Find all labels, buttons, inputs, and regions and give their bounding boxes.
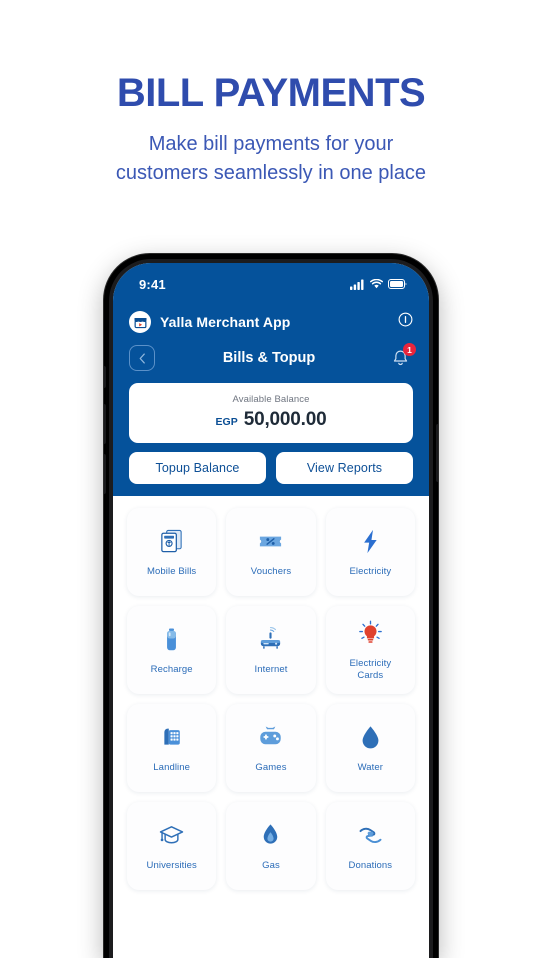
recharge-battery-icon — [158, 625, 185, 655]
brand-name: Yalla Merchant App — [160, 314, 291, 330]
page-title: BILL PAYMENTS — [116, 71, 426, 115]
service-label: Donations — [348, 859, 393, 871]
gas-flame-icon — [257, 821, 284, 851]
chevron-left-icon — [139, 352, 145, 364]
vouchers-icon — [257, 527, 284, 557]
phone-bezel: 9:41 Yalla Merchant App Bills & Topup 1 … — [109, 259, 433, 958]
landline-phone-icon — [158, 723, 185, 753]
donation-hands-icon — [357, 821, 384, 851]
service-tile-universities[interactable]: Universities — [127, 802, 217, 890]
balance-amount: 50,000.00 — [243, 409, 327, 430]
status-time: 9:41 — [139, 276, 166, 292]
balance-section: Available Balance EGP 50,000.00 Topup Ba… — [113, 377, 429, 496]
wifi-icon — [370, 279, 383, 289]
volume-down-button[interactable] — [104, 454, 106, 494]
signal-icon — [350, 279, 364, 290]
promo-header: BILL PAYMENTS Make bill payments for you… — [0, 0, 542, 188]
service-label: Internet — [254, 663, 288, 675]
water-drop-icon — [357, 723, 384, 753]
service-tile-internet[interactable]: Internet — [226, 606, 316, 694]
title-bar: Bills & Topup 1 — [129, 339, 416, 377]
lightbulb-icon — [357, 619, 384, 649]
service-label: Water — [357, 761, 384, 773]
notifications-button[interactable]: 1 — [387, 343, 416, 371]
balance-value-row: EGP 50,000.00 — [139, 409, 403, 431]
balance-label: Available Balance — [232, 394, 310, 405]
service-tile-vouchers[interactable]: Vouchers — [226, 508, 316, 596]
balance-currency: EGP — [215, 416, 238, 428]
service-tile-gas[interactable]: Gas — [226, 802, 316, 890]
service-label: Electricity Cards — [349, 657, 392, 681]
electricity-bolt-icon — [357, 527, 384, 557]
battery-icon — [388, 279, 407, 289]
phone-screen: 9:41 Yalla Merchant App Bills & Topup 1 … — [113, 263, 429, 958]
services-section: Mobile Bills Vouchers Electricity Rechar… — [113, 496, 429, 928]
promo-subtitle: Make bill payments for your customers se… — [115, 133, 427, 184]
service-tile-electricity-cards[interactable]: Electricity Cards — [325, 606, 415, 694]
service-label: Universities — [146, 859, 197, 871]
service-label: Vouchers — [250, 565, 292, 577]
status-icons — [350, 279, 407, 290]
service-tile-landline[interactable]: Landline — [127, 704, 217, 792]
brand-row: Yalla Merchant App — [129, 305, 413, 339]
phone-mockup: 9:41 Yalla Merchant App Bills & Topup 1 … — [104, 254, 438, 958]
view-reports-button[interactable]: View Reports — [276, 452, 413, 484]
info-icon[interactable] — [398, 312, 413, 332]
topup-balance-button[interactable]: Topup Balance — [129, 452, 266, 484]
service-label: Gas — [262, 859, 280, 871]
internet-router-icon — [257, 625, 284, 655]
game-controller-icon — [257, 723, 284, 753]
notification-badge: 1 — [403, 343, 416, 356]
service-tile-water[interactable]: Water — [325, 704, 415, 792]
service-tile-donations[interactable]: Donations — [325, 802, 415, 890]
screen-title: Bills & Topup — [222, 350, 316, 366]
app-header: Yalla Merchant App Bills & Topup 1 — [113, 297, 429, 377]
mobile-bills-icon — [158, 527, 185, 557]
volume-up-button[interactable] — [104, 404, 106, 444]
graduation-cap-icon — [158, 821, 185, 851]
service-tile-recharge[interactable]: Recharge — [127, 606, 217, 694]
service-label: Mobile Bills — [147, 565, 197, 577]
power-button[interactable] — [436, 424, 438, 482]
store-icon — [129, 311, 151, 333]
service-tile-electricity[interactable]: Electricity — [325, 508, 415, 596]
service-tile-mobile-bills[interactable]: Mobile Bills — [127, 508, 217, 596]
status-bar: 9:41 — [113, 263, 429, 297]
balance-actions: Topup Balance View Reports — [129, 452, 413, 484]
service-label: Games — [255, 761, 287, 773]
services-grid: Mobile Bills Vouchers Electricity Rechar… — [127, 508, 415, 890]
brand-left: Yalla Merchant App — [129, 311, 290, 333]
balance-card: Available Balance EGP 50,000.00 — [129, 383, 413, 443]
service-label: Recharge — [150, 663, 193, 675]
service-label: Landline — [153, 761, 191, 773]
service-tile-games[interactable]: Games — [226, 704, 316, 792]
service-label: Electricity — [349, 565, 392, 577]
silent-switch-button[interactable] — [104, 366, 106, 388]
